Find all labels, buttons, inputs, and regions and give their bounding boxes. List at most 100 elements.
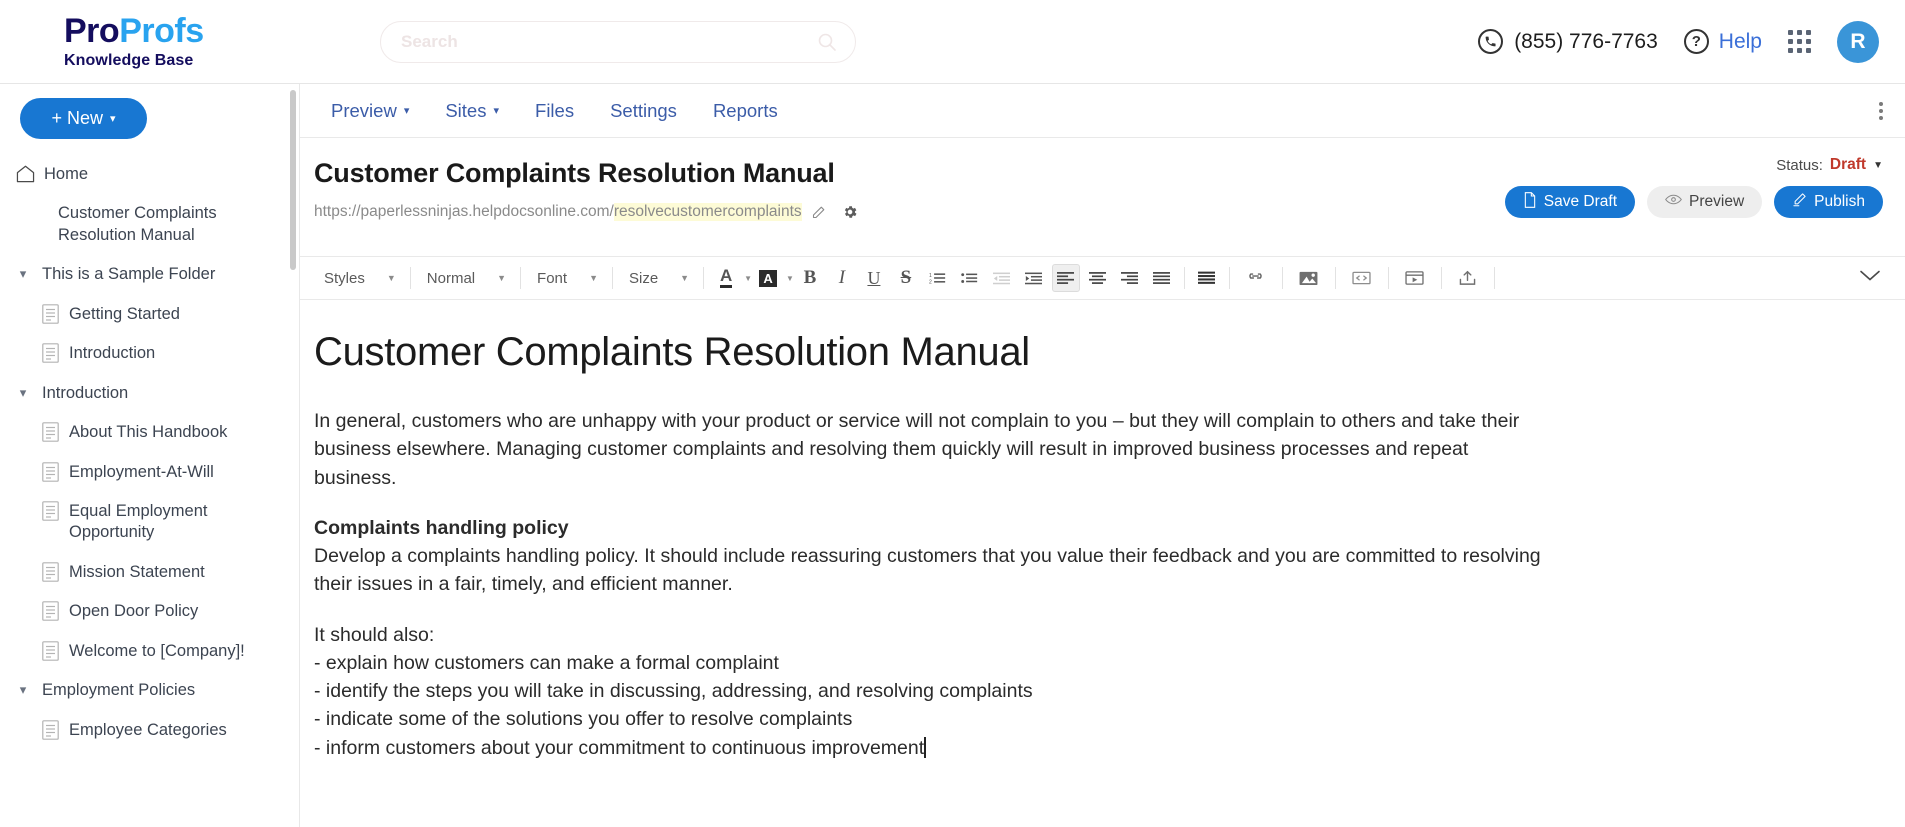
publish-button[interactable]: Publish [1774, 186, 1883, 218]
document-icon [42, 501, 59, 521]
sidebar-item-getting-started[interactable]: Getting Started [0, 295, 299, 334]
chevron-down-icon[interactable]: ▼ [744, 274, 752, 283]
sidebar-item-this-is-a-sample-folder[interactable]: ▾ This is a Sample Folder [0, 255, 299, 294]
save-draft-button[interactable]: Save Draft [1504, 186, 1636, 218]
video-icon[interactable] [1397, 264, 1433, 292]
underline-icon[interactable]: U [860, 264, 888, 292]
sidebar-item-introduction[interactable]: ▾ Introduction [0, 374, 299, 413]
tab-label: Settings [610, 99, 677, 121]
link-icon[interactable] [1238, 264, 1274, 292]
sidebar-item-mission-statement[interactable]: Mission Statement [0, 553, 299, 592]
sidebar-item-employment-policies[interactable]: ▾ Employment Policies [0, 671, 299, 710]
editor-heading: Customer Complaints Resolution Manual [314, 330, 1030, 374]
divider [1183, 267, 1185, 289]
source-code-icon[interactable] [1344, 264, 1380, 292]
document-icon [42, 601, 59, 622]
align-center-icon[interactable] [1084, 264, 1112, 292]
tab-reports[interactable]: Reports [695, 100, 796, 122]
chevron-down-icon[interactable]: ▾ [12, 264, 34, 283]
action-buttons-row: Save Draft Preview Publish [1504, 186, 1883, 218]
chevron-down-icon: ▾ [403, 105, 410, 117]
phone-icon [1478, 29, 1504, 54]
search-box[interactable] [380, 20, 856, 63]
logo-subtitle: Knowledge Base [64, 51, 194, 69]
search-input[interactable] [399, 30, 817, 53]
align-right-icon[interactable] [1116, 264, 1144, 292]
editor-section-heading: Complaints handling policy [314, 516, 569, 539]
editor-list: - explain how customers can make a forma… [314, 649, 1905, 762]
help-link[interactable]: ? Help [1683, 29, 1762, 54]
text-color-group[interactable]: A ▼ [710, 264, 752, 292]
search-container [380, 20, 856, 63]
background-color-group[interactable]: A ▼ [752, 264, 794, 292]
strikethrough-icon[interactable]: S [892, 264, 920, 292]
chevron-down-icon[interactable]: ▾ [12, 383, 34, 402]
document-icon [42, 422, 59, 442]
chevron-down-icon[interactable]: ▼ [786, 274, 794, 283]
text-cursor [924, 736, 926, 758]
font-dropdown[interactable]: Font ▼ [527, 263, 606, 293]
sidebar-item-home[interactable]: Home [0, 155, 299, 194]
search-icon[interactable] [817, 32, 837, 52]
document-editor-body[interactable]: Customer Complaints Resolution Manual In… [300, 300, 1905, 770]
increase-indent-icon[interactable] [1020, 264, 1048, 292]
numbered-list-icon[interactable]: 1 2 [924, 264, 952, 292]
styles-dropdown[interactable]: Styles ▼ [314, 263, 404, 293]
preview-label: Preview [1689, 193, 1745, 210]
divider [1493, 267, 1495, 289]
chevron-down-icon[interactable]: ▾ [12, 680, 34, 699]
preview-button[interactable]: Preview [1647, 186, 1763, 218]
eye-icon [1665, 193, 1682, 211]
tab-label: Reports [712, 99, 778, 121]
image-icon[interactable] [1291, 264, 1327, 292]
sidebar-item-label: Mission Statement [69, 562, 205, 581]
bold-icon[interactable]: B [796, 264, 824, 292]
justify-icon[interactable] [1148, 264, 1176, 292]
new-button[interactable]: + New ▾ [20, 98, 147, 139]
navigation-tree: Home Customer Complaints Resolution Manua… [0, 155, 299, 750]
edit-pencil-icon[interactable] [811, 205, 826, 220]
sidebar-item-equal-employment-opportunity[interactable]: Equal Employment Opportunity [0, 492, 299, 553]
upload-icon[interactable] [1450, 264, 1486, 292]
status-dropdown-caret-icon[interactable]: ▼ [1873, 160, 1883, 171]
gear-icon[interactable] [842, 204, 858, 220]
tab-sites[interactable]: Sites ▾ [427, 100, 517, 122]
text-color-icon[interactable]: A [712, 264, 740, 292]
document-icon [42, 461, 59, 482]
format-dropdown[interactable]: Normal ▼ [417, 263, 514, 293]
sidebar-item-welcome-to-company[interactable]: Welcome to [Company]! [0, 632, 299, 671]
save-draft-label: Save Draft [1543, 193, 1618, 210]
divider [409, 267, 411, 289]
sidebar-item-employment-at-will[interactable]: Employment-At-Will [0, 453, 299, 492]
avatar[interactable]: R [1837, 20, 1879, 63]
document-icon [42, 719, 59, 740]
svg-text:2: 2 [929, 279, 932, 285]
sidebar-item-customer-complaints-resolution-manual[interactable]: Customer Complaints Resolution Manual [0, 194, 299, 255]
line-height-icon[interactable] [1193, 264, 1221, 292]
decrease-indent-icon[interactable] [988, 264, 1016, 292]
sidebar-item-label: Employment-At-Will [69, 462, 214, 481]
sidebar-item-open-door-policy[interactable]: Open Door Policy [0, 592, 299, 631]
proprofs-logo[interactable]: ProProfs Knowledge Base [0, 14, 340, 70]
grid-apps-icon[interactable] [1788, 30, 1811, 53]
bulleted-list-icon[interactable] [956, 264, 984, 292]
tab-preview[interactable]: Preview ▾ [313, 100, 427, 122]
editor-paragraph-2: Develop a complaints handling policy. It… [314, 545, 1541, 596]
document-actions: Status: Draft ▼ Save Draft Preview Publi… [1504, 156, 1883, 218]
sidebar-item-label: Equal Employment Opportunity [69, 501, 208, 542]
align-left-icon[interactable] [1051, 264, 1080, 292]
sidebar-item-introduction[interactable]: Introduction [0, 334, 299, 373]
background-color-icon[interactable]: A [754, 264, 782, 292]
logo-text-pro: Pro [64, 11, 120, 50]
kebab-menu-icon[interactable] [1875, 98, 1887, 124]
size-dropdown[interactable]: Size ▼ [619, 263, 697, 293]
editor-list-item: - inform customers about your commitment… [314, 736, 926, 759]
sidebar-scrollbar[interactable] [290, 90, 296, 270]
support-phone[interactable]: (855) 776-7763 [1478, 29, 1658, 54]
sidebar-item-employee-categories[interactable]: Employee Categories [0, 711, 299, 750]
tab-settings[interactable]: Settings [592, 100, 695, 122]
toolbar-collapse-chevron-icon[interactable] [1859, 269, 1881, 287]
tab-files[interactable]: Files [517, 100, 592, 122]
italic-icon[interactable]: I [828, 264, 856, 292]
sidebar-item-about-this-handbook[interactable]: About This Handbook [0, 413, 299, 452]
